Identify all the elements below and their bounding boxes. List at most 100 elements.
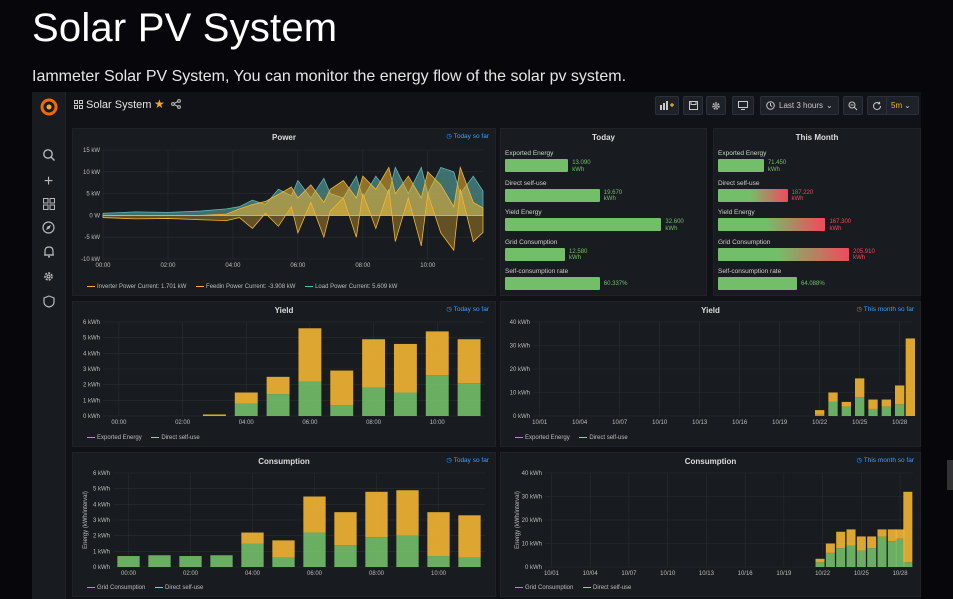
y-tick-label: 40 kWh: [510, 320, 530, 326]
plus-icon[interactable]: +: [40, 173, 57, 190]
bar-gauge-row: Yield Energy 32.600 kWh: [505, 209, 702, 233]
legend-item[interactable]: Direct self-use: [151, 435, 200, 441]
bar-direct-self-use: [846, 529, 856, 546]
page-subtitle: Iammeter Solar PV System, You can monito…: [32, 68, 627, 85]
bar-gauge-row: Grid Consumption 12.580 kWh: [505, 239, 702, 263]
x-tick-label: 10/19: [772, 420, 788, 426]
legend-label: Exported Energy: [97, 435, 142, 441]
panel-consumption-today[interactable]: Consumption ◷ Today so far 6 kWh 5 kWh 4 k…: [72, 452, 496, 597]
legend-label: Direct self-use: [589, 435, 628, 441]
bar-gauge-row: Direct self-use 19.670 kWh: [505, 180, 702, 204]
y-tick-label: 0 W: [89, 213, 100, 219]
save-dashboard-button[interactable]: [683, 96, 703, 115]
bar-gauge-value: 205.910 kWh: [853, 249, 875, 262]
bar-gauge-row: Yield Energy 167.300 kWh: [718, 209, 916, 233]
legend-item[interactable]: Direct self-use: [155, 585, 203, 591]
legend-label: Load Power Current: 5.609 kW: [315, 284, 398, 290]
x-tick-label: 10/28: [892, 420, 908, 426]
bar-direct-self-use: [836, 531, 846, 549]
y-tick-label: 15 kW: [83, 148, 100, 154]
legend-label: Feedin Power Current: -3.908 kW: [206, 284, 296, 290]
bar-exported-energy: [457, 383, 481, 416]
y-tick-label: 4 kWh: [83, 351, 100, 357]
share-icon[interactable]: [171, 99, 181, 112]
x-tick-label: 08:00: [366, 420, 382, 426]
bar-gauge-row: Exported Energy 13.090 kWh: [505, 150, 702, 174]
chart-legend: Grid Consumption Direct self-use: [515, 585, 639, 591]
bar-direct-self-use: [202, 414, 226, 416]
time-range-picker[interactable]: Last 3 hours ⌄: [760, 96, 839, 115]
x-tick-label: 06:00: [302, 420, 318, 426]
y-tick-label: 40 kWh: [522, 471, 542, 477]
bar-exported-energy: [895, 404, 905, 416]
panel-yield-today[interactable]: Yield ◷ Today so far 6 kWh 5 kWh 4 kWh 3 kW…: [72, 301, 496, 447]
legend-item[interactable]: Exported Energy: [87, 435, 142, 441]
save-icon: [688, 101, 698, 110]
x-tick-label: 10:00: [430, 420, 446, 426]
search-icon[interactable]: [40, 148, 57, 165]
bar-grid-consumption: [272, 557, 295, 567]
y-tick-label: 2 kWh: [93, 534, 110, 540]
bar-gauge-label: Exported Energy: [718, 150, 767, 157]
legend-item[interactable]: Grid Consumption: [515, 585, 573, 591]
bar-direct-self-use: [856, 536, 866, 551]
x-tick-label: 10/13: [692, 420, 708, 426]
consumption-today-chart[interactable]: 6 kWh 5 kWh 4 kWh 3 kWh 2 kWh 1 kWh 0 kWh 00:00…: [73, 453, 497, 598]
panel-today[interactable]: Today Exported Energy 13.090 kWh Direct sel…: [500, 128, 707, 296]
chart-legend: Exported Energy Direct self-use: [515, 435, 636, 441]
x-tick-label: 10/01: [544, 571, 560, 577]
bar-gauge-row: Direct self-use 187.220 kWh: [718, 180, 916, 204]
consumption-month-chart[interactable]: 40 kWh 30 kWh 20 kWh 10 kWh 0 kWh10/01 10/04 1…: [501, 453, 922, 598]
dashboards-icon[interactable]: [40, 197, 57, 214]
legend-item[interactable]: Direct self-use: [579, 435, 628, 441]
y-tick-label: -5 kW: [84, 235, 100, 241]
legend-swatch: [515, 436, 523, 439]
cycle-view-mode-button[interactable]: [732, 96, 754, 115]
legend-item[interactable]: Exported Energy: [515, 435, 570, 441]
bar-gauge-number: 64.088%: [801, 281, 825, 287]
legend-item[interactable]: Load Power Current: 5.609 kW: [305, 284, 397, 290]
bar-direct-self-use: [887, 529, 897, 542]
bar-direct-self-use: [828, 392, 838, 402]
bar-gauge-label: Exported Energy: [505, 150, 554, 157]
x-tick-label: 10/10: [660, 571, 676, 577]
yield-month-chart[interactable]: 40 kWh 30 kWh 20 kWh 10 kWh 0 kWh10/01 10/04 1…: [501, 302, 922, 448]
y-tick-label: 0 kWh: [513, 414, 530, 420]
bar-gauge-row: Exported Energy 71.450 kWh: [718, 150, 916, 174]
legend-item[interactable]: Inverter Power Current: 1.701 kW: [87, 284, 186, 290]
power-chart[interactable]: 15 kW10 kW5 kW0 W-5 kW-10 kW00:00 02:00 04…: [73, 129, 497, 297]
y-tick-label: 5 kWh: [83, 336, 100, 342]
legend-label: Direct self-use: [161, 435, 200, 441]
panel-yield-month[interactable]: Yield ◷ This month so far 40 kWh 30 kWh 20…: [500, 301, 921, 447]
bar-gauge-label: Grid Consumption: [505, 238, 558, 246]
refresh-picker[interactable]: 5m ⌄: [867, 96, 919, 115]
bar-grid-consumption: [867, 548, 877, 567]
shield-icon[interactable]: [40, 295, 57, 312]
add-panel-button[interactable]: [655, 96, 679, 115]
x-tick-label: 04:00: [239, 420, 255, 426]
bar-gauge-fill: [718, 188, 788, 202]
bar-direct-self-use: [396, 490, 419, 536]
y-tick-label: 30 kWh: [510, 344, 530, 350]
add-panel-icon: [660, 101, 674, 110]
grafana-logo-icon[interactable]: [36, 94, 62, 120]
bar-grid-consumption: [887, 541, 897, 567]
legend-item[interactable]: Grid Consumption: [87, 585, 145, 591]
dashboard-settings-button[interactable]: [706, 96, 726, 115]
panel-power[interactable]: Power ◷ Today so far 15 kW 10 kW 5 kW 0 W -5…: [72, 128, 496, 296]
panel-this-month[interactable]: This Month Exported Energy 71.450 kWh Direc…: [713, 128, 921, 296]
panel-consumption-month[interactable]: Consumption ◷ This month so far 40 kWh 30…: [500, 452, 921, 597]
page-scrollbar[interactable]: [947, 460, 953, 490]
legend-item[interactable]: Feedin Power Current: -3.908 kW: [196, 284, 295, 290]
legend-item[interactable]: Direct self-use: [583, 585, 631, 591]
x-tick-label: 10/25: [854, 571, 870, 577]
alert-bell-icon[interactable]: [40, 245, 57, 262]
dashboard-name[interactable]: Solar System: [86, 99, 151, 111]
explore-icon[interactable]: [40, 221, 57, 238]
bar-direct-self-use: [272, 540, 295, 558]
bar-direct-self-use: [458, 515, 481, 558]
yield-today-chart[interactable]: 6 kWh 5 kWh 4 kWh 3 kWh 2 kWh 1 kWh 0 kWh 00:00…: [73, 302, 497, 448]
settings-gear-icon[interactable]: [40, 270, 57, 287]
zoom-out-button[interactable]: [843, 96, 863, 115]
favorite-star-icon[interactable]: ★: [154, 97, 165, 111]
